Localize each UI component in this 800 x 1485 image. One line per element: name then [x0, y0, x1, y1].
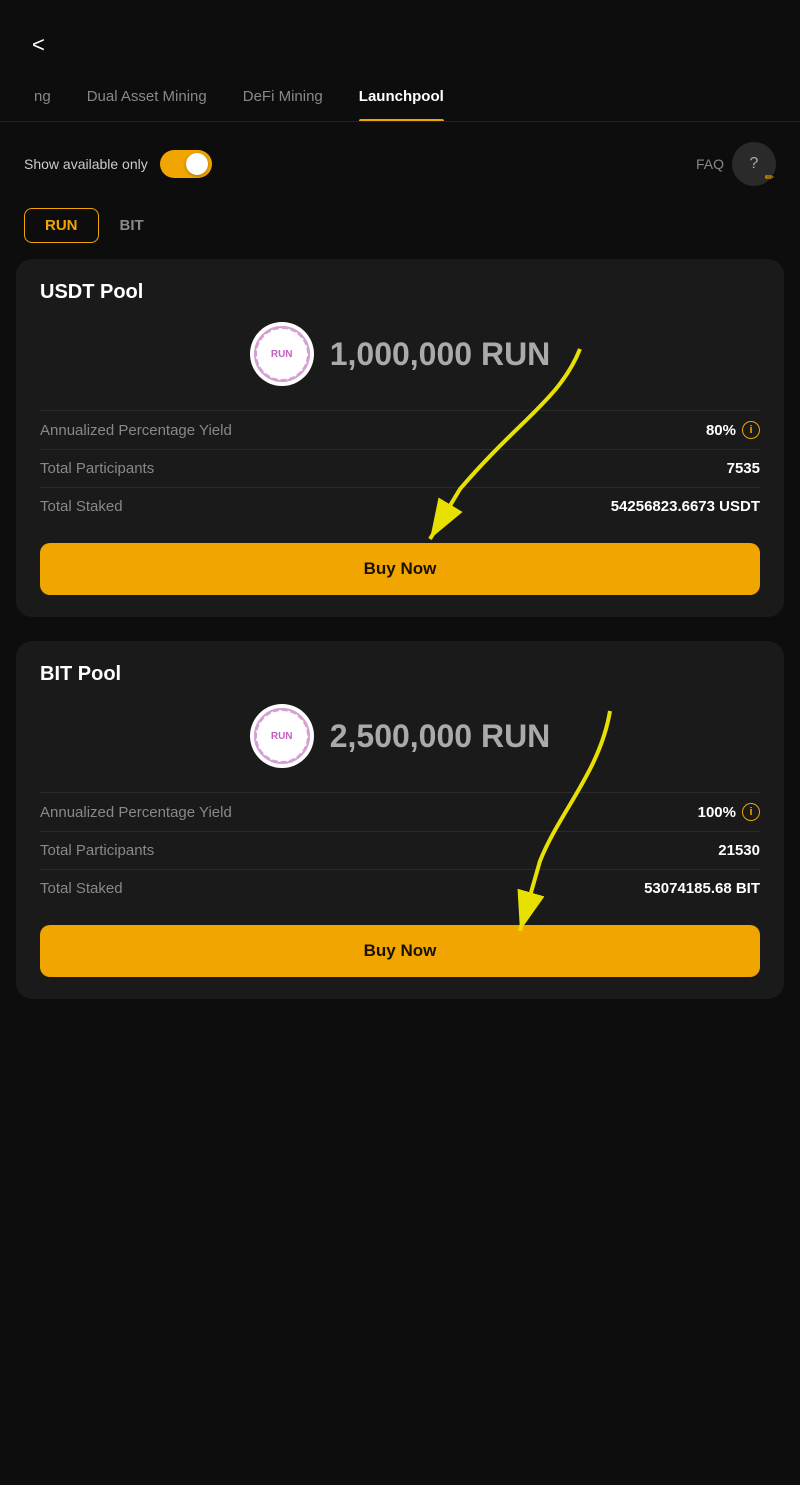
bit-participants-value: 21530 — [718, 842, 760, 859]
gear-ring-icon — [254, 326, 310, 382]
bit-gear-ring-icon — [254, 708, 310, 764]
usdt-staked-label: Total Staked — [40, 498, 123, 515]
show-available-section: Show available only — [24, 150, 212, 178]
usdt-token-logo: RUN — [250, 322, 314, 386]
back-button[interactable]: < — [24, 28, 53, 62]
bit-participants-row: Total Participants 21530 — [40, 831, 760, 869]
bit-apy-row: Annualized Percentage Yield 100% i — [40, 792, 760, 831]
usdt-participants-label: Total Participants — [40, 460, 154, 477]
question-mark-icon: ? — [750, 155, 759, 173]
faq-icon-button[interactable]: ? ✏ — [732, 142, 776, 186]
show-available-label: Show available only — [24, 156, 148, 172]
tab-launchpool[interactable]: Launchpool — [341, 72, 462, 121]
sub-tab-run[interactable]: RUN — [24, 208, 99, 243]
bit-run-logo-inner: RUN — [254, 708, 310, 764]
sub-tab-bit[interactable]: BIT — [99, 208, 165, 243]
usdt-apy-value: 80% i — [706, 421, 760, 439]
tab-ng[interactable]: ng — [16, 72, 69, 121]
show-available-toggle[interactable] — [160, 150, 212, 178]
usdt-apy-row: Annualized Percentage Yield 80% i — [40, 410, 760, 449]
bit-staked-row: Total Staked 53074185.68 BIT — [40, 869, 760, 907]
toggle-knob — [186, 153, 208, 175]
bit-token-logo: RUN — [250, 704, 314, 768]
bit-token-amount: 2,500,000 RUN — [330, 718, 551, 755]
bit-apy-value: 100% i — [698, 803, 760, 821]
usdt-participants-row: Total Participants 7535 — [40, 449, 760, 487]
controls-row: Show available only FAQ ? ✏ — [0, 122, 800, 196]
header: < — [0, 0, 800, 72]
tab-dual-asset-mining[interactable]: Dual Asset Mining — [69, 72, 225, 121]
bit-staked-value: 53074185.68 BIT — [644, 880, 760, 897]
usdt-staked-value: 54256823.6673 USDT — [611, 498, 760, 515]
tab-bar: ng Dual Asset Mining DeFi Mining Launchp… — [0, 72, 800, 122]
bit-apy-label: Annualized Percentage Yield — [40, 804, 232, 821]
faq-area: FAQ ? ✏ — [696, 142, 776, 186]
usdt-participants-value: 7535 — [727, 460, 760, 477]
bit-apy-info-icon[interactable]: i — [742, 803, 760, 821]
usdt-staked-row: Total Staked 54256823.6673 USDT — [40, 487, 760, 525]
tab-defi-mining[interactable]: DeFi Mining — [225, 72, 341, 121]
bit-pool-title: BIT Pool — [40, 663, 760, 686]
bit-pool-card: BIT Pool RUN 2,500,000 RUN Annualized Pe… — [16, 641, 784, 999]
edit-icon: ✏ — [765, 171, 774, 184]
usdt-apy-info-icon[interactable]: i — [742, 421, 760, 439]
usdt-token-display: RUN 1,000,000 RUN — [40, 322, 760, 386]
usdt-pool-title: USDT Pool — [40, 281, 760, 304]
usdt-apy-label: Annualized Percentage Yield — [40, 422, 232, 439]
usdt-buy-now-button[interactable]: Buy Now — [40, 543, 760, 595]
run-logo-inner: RUN — [254, 326, 310, 382]
faq-label[interactable]: FAQ — [696, 156, 724, 172]
usdt-pool-container: USDT Pool RUN 1,000,000 RUN Annualized P… — [0, 259, 800, 617]
bit-token-display: RUN 2,500,000 RUN — [40, 704, 760, 768]
bit-staked-label: Total Staked — [40, 880, 123, 897]
sub-tabs: RUN BIT — [0, 196, 800, 259]
usdt-token-amount: 1,000,000 RUN — [330, 336, 551, 373]
bit-participants-label: Total Participants — [40, 842, 154, 859]
bit-buy-now-button[interactable]: Buy Now — [40, 925, 760, 977]
usdt-pool-card: USDT Pool RUN 1,000,000 RUN Annualized P… — [16, 259, 784, 617]
bit-pool-container: BIT Pool RUN 2,500,000 RUN Annualized Pe… — [0, 641, 800, 999]
